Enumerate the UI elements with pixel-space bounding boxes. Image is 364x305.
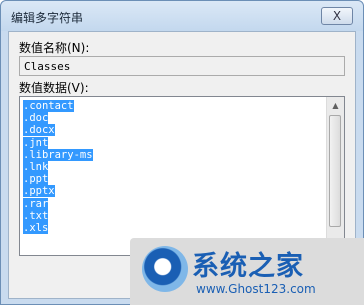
data-line: .pptx <box>23 185 93 198</box>
site-watermark: 系统之家 www.Ghost123.com <box>130 238 364 305</box>
selected-text: .ppt <box>23 173 49 186</box>
data-line: .contact <box>23 100 93 112</box>
close-icon: X <box>332 9 342 23</box>
value-name-field[interactable]: Classes <box>19 56 345 76</box>
data-line: .ppt <box>23 173 93 186</box>
vertical-scrollbar[interactable]: ▲ ▼ <box>326 97 344 255</box>
data-line: .library-ms <box>23 148 93 161</box>
selected-text: .pptx <box>23 185 55 198</box>
selected-text: .txt <box>23 209 49 222</box>
selected-text: .lnk <box>23 161 49 174</box>
watermark-logo-icon <box>142 246 188 292</box>
data-line: .rar <box>23 197 93 210</box>
title-bar: 编辑多字符串 X <box>1 1 363 31</box>
value-data-label: 数值数据(V): <box>19 81 89 95</box>
selected-text: .docx <box>23 124 55 137</box>
watermark-title: 系统之家 <box>192 251 304 282</box>
data-line: .jnt <box>23 136 93 149</box>
data-line: .doc <box>23 112 93 125</box>
close-button[interactable]: X <box>321 7 353 25</box>
data-line: .xls <box>23 222 93 235</box>
selected-text: .doc <box>23 112 49 125</box>
data-line: .lnk <box>23 161 93 174</box>
data-line: .txt <box>23 209 93 222</box>
data-line: .docx <box>23 124 93 137</box>
selected-text: .rar <box>23 197 49 210</box>
value-data-lines: .contact .doc .docx .jnt .library-ms .ln… <box>23 100 93 235</box>
scrollbar-thumb[interactable] <box>329 115 341 227</box>
value-name-label: 数值名称(N): <box>19 41 90 55</box>
selected-text: .contact <box>23 100 74 112</box>
selected-text: .library-ms <box>23 148 93 161</box>
selected-text: .jnt <box>23 136 49 149</box>
scroll-up-arrow-icon[interactable]: ▲ <box>328 98 343 113</box>
selected-text: .xls <box>23 222 49 235</box>
watermark-url: www.Ghost123.com <box>196 282 316 296</box>
value-data-textarea[interactable]: .contact .doc .docx .jnt .library-ms .ln… <box>19 96 345 256</box>
dialog-title: 编辑多字符串 <box>11 11 84 25</box>
